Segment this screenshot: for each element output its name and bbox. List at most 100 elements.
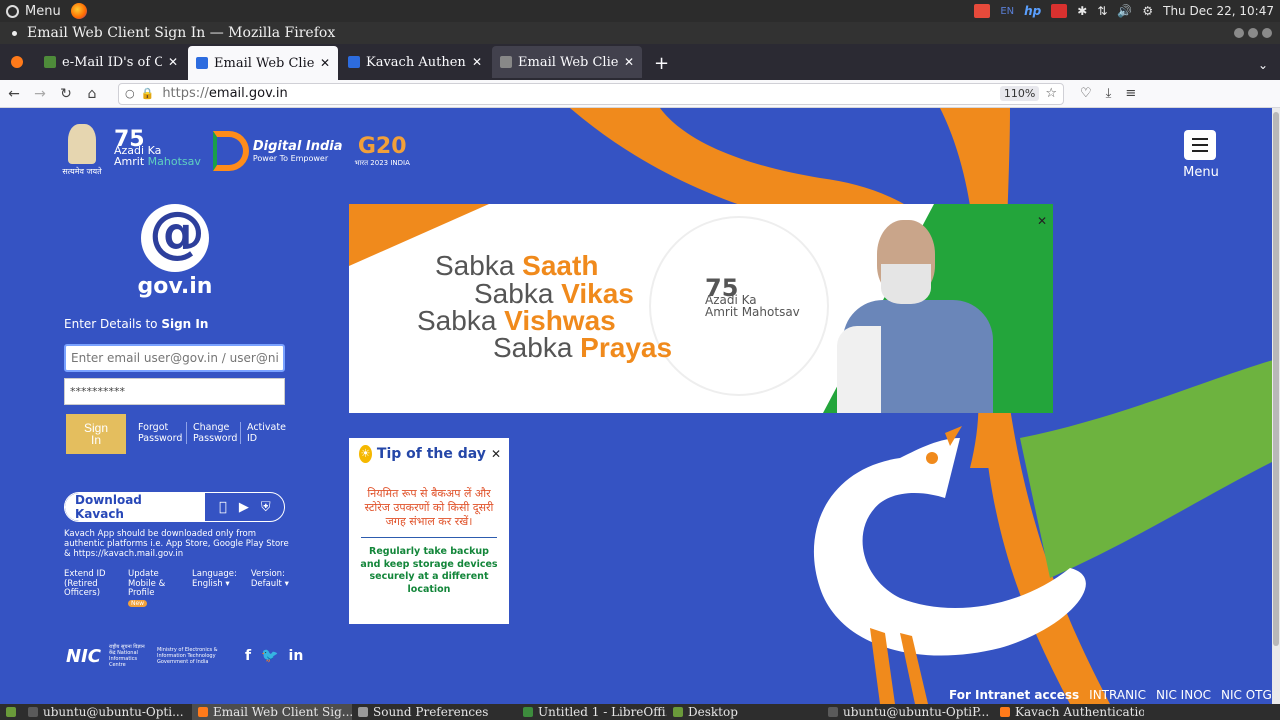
language-value: English <box>192 578 223 589</box>
site-menu-button[interactable] <box>1184 130 1216 160</box>
firefox-icon <box>1000 707 1010 717</box>
tab-list-chevron-icon[interactable]: ⌄ <box>1246 58 1280 80</box>
version-selector[interactable]: Version: Default ▾ <box>250 569 289 608</box>
digital-india-logo: Digital India Power To Empower <box>212 130 342 171</box>
hamburger-icon <box>1192 138 1208 140</box>
window-titlebar[interactable]: Email Web Client Sign In — Mozilla Firef… <box>0 22 1280 44</box>
tip-close-icon[interactable]: ✕ <box>491 447 501 461</box>
nic-logo: NIC <box>66 645 101 667</box>
downloads-icon[interactable]: ⤓ <box>1106 86 1112 101</box>
os-taskbar: ubuntu@ubuntu-Opti... Email Web Client S… <box>0 704 1280 720</box>
banner-close-icon[interactable]: ✕ <box>1037 214 1047 228</box>
tab-close-icon[interactable]: ✕ <box>624 55 634 69</box>
hp-icon[interactable]: hp <box>1024 4 1041 18</box>
tip-hindi-text: नियमित रूप से बैकअप लें और स्टोरेज उपकरण… <box>364 487 494 528</box>
bluetooth-icon[interactable]: ✱ <box>1077 4 1087 18</box>
forward-arrow-icon[interactable]: → <box>28 86 52 102</box>
firefox-icon <box>11 56 23 68</box>
nic-inoc-link[interactable]: NIC INOC <box>1156 688 1211 702</box>
tab-label: Kavach Authentication <box>366 54 466 70</box>
tab-courts[interactable]: e-Mail ID's of Courts ✕ <box>36 46 186 78</box>
google-play-icon[interactable]: ▶ <box>239 500 249 515</box>
language-selector[interactable]: Language: English ▾ <box>192 569 237 608</box>
taskbar-item[interactable]: Sound Preferences <box>352 704 517 720</box>
tab-kavach-authentication[interactable]: Kavach Authentication ✕ <box>340 46 490 78</box>
zoom-level-button[interactable]: 110% <box>999 86 1040 101</box>
hamburger-menu-icon[interactable]: ≡ <box>1125 86 1136 101</box>
firefox-icon <box>198 707 208 717</box>
taskbar-item[interactable]: ubuntu@ubuntu-Opti... <box>22 704 192 720</box>
folder-icon <box>673 707 683 717</box>
twitter-icon[interactable]: 🐦 <box>261 648 278 664</box>
tab-close-icon[interactable]: ✕ <box>168 55 178 69</box>
kavach-shield-icon[interactable]: ⛨ <box>261 500 271 515</box>
tab-close-icon[interactable]: ✕ <box>472 55 482 69</box>
taskbar-item-active[interactable]: Email Web Client Sig... <box>192 704 352 720</box>
bookmark-star-icon[interactable]: ☆ <box>1045 86 1057 101</box>
show-desktop-icon[interactable] <box>0 704 22 720</box>
banner-azadi-badge: 75 Azadi Ka Amrit Mahotsav <box>705 276 800 318</box>
change-password-link[interactable]: Change Password <box>186 422 240 444</box>
extend-id-link[interactable]: Extend ID (Retired Officers) <box>64 569 114 608</box>
signin-footer-links: Extend ID (Retired Officers) Update Mobi… <box>64 569 289 608</box>
tab-favicon-icon <box>348 56 360 68</box>
back-arrow-icon[interactable]: ← <box>2 86 26 102</box>
anydesk-icon[interactable] <box>974 4 991 18</box>
clock[interactable]: Thu Dec 22, 10:47 <box>1163 4 1274 18</box>
reload-icon[interactable]: ↻ <box>54 86 78 102</box>
os-menu-button[interactable]: Menu <box>0 4 61 19</box>
taskbar-item[interactable]: Kavach Authentication <box>994 704 1144 720</box>
forgot-password-link[interactable]: Forgot Password <box>132 422 186 444</box>
scrollbar-thumb[interactable] <box>1273 112 1279 646</box>
settings-gear-icon[interactable]: ⚙ <box>1142 4 1153 18</box>
taskbar-item[interactable]: ubuntu@ubuntu-OptiP... <box>822 704 994 720</box>
maximize-icon[interactable] <box>1248 28 1258 38</box>
nic-otg-link[interactable]: NIC OTG <box>1221 688 1272 702</box>
terminal-icon <box>828 707 838 717</box>
national-emblem-logo: सत्यमेव जयते <box>62 124 102 177</box>
gov-in-logo: gov.in <box>136 200 214 299</box>
tip-of-the-day-card: ☀ Tip of the day ✕ नियमित रूप से बैकअप ल… <box>349 438 509 624</box>
url-bar[interactable]: ○ 🔒 https:// email.gov.in 110% ☆ <box>118 82 1064 105</box>
kavach-store-icons:  ▶ ⛨ <box>219 500 271 515</box>
download-kavach-button[interactable]: Download Kavach <box>65 493 205 521</box>
keyboard-layout-indicator[interactable]: EN <box>1000 6 1014 17</box>
promo-banner: Sabka Saath Sabka Vikas Sabka Vishwas Sa… <box>349 204 1053 413</box>
new-tab-button[interactable]: + <box>644 53 679 80</box>
volume-icon[interactable]: 🔊 <box>1117 4 1132 18</box>
update-profile-link[interactable]: Update Mobile & Profile New <box>128 569 178 608</box>
minimize-icon[interactable] <box>1234 28 1244 38</box>
window-controls <box>1234 28 1280 38</box>
site-menu-label[interactable]: Menu <box>1178 165 1224 180</box>
network-icon[interactable]: ⇅ <box>1097 4 1107 18</box>
g20-logo: G20 भारत 2023 INDIA <box>354 134 409 168</box>
apple-icon[interactable]:  <box>219 500 227 515</box>
email-input[interactable] <box>64 344 285 372</box>
recorder-icon[interactable] <box>1051 4 1068 18</box>
intranic-link[interactable]: INTRANIC <box>1089 688 1146 702</box>
webpage: सत्यमेव जयते 75 Azadi Ka Amrit Mahotsav … <box>0 108 1280 704</box>
password-input[interactable] <box>64 378 285 405</box>
taskbar-item[interactable]: Untitled 1 - LibreOffi... <box>517 704 667 720</box>
firefox-launcher-icon[interactable] <box>70 3 87 19</box>
facebook-icon[interactable]: f <box>245 648 251 664</box>
tab-pinned-firefox[interactable] <box>4 46 34 78</box>
version-value: Default <box>250 578 282 589</box>
tab-email-web-client-2[interactable]: Email Web Client Sign In ✕ <box>492 46 642 78</box>
page-scrollbar[interactable] <box>1272 108 1280 704</box>
activate-id-link[interactable]: Activate ID <box>240 422 294 444</box>
tab-close-icon[interactable]: ✕ <box>320 56 330 70</box>
sign-in-button[interactable]: Sign In <box>66 414 126 454</box>
tab-email-web-client[interactable]: Email Web Client Sign In ✕ <box>188 46 338 80</box>
close-window-icon[interactable] <box>1262 28 1272 38</box>
ubuntu-menu-icon <box>6 4 19 18</box>
digital-india-subtitle: Power To Empower <box>252 153 329 163</box>
pocket-icon[interactable]: ♡ <box>1080 86 1092 101</box>
shield-icon[interactable]: ○ <box>125 87 135 100</box>
taskbar-item[interactable]: Desktop <box>667 704 822 720</box>
home-icon[interactable]: ⌂ <box>80 86 104 102</box>
lock-icon[interactable]: 🔒 <box>141 87 155 100</box>
window-menu-dot-icon[interactable] <box>12 30 17 36</box>
linkedin-icon[interactable]: in <box>289 648 304 664</box>
g20-subtitle: भारत 2023 INDIA <box>354 158 410 167</box>
